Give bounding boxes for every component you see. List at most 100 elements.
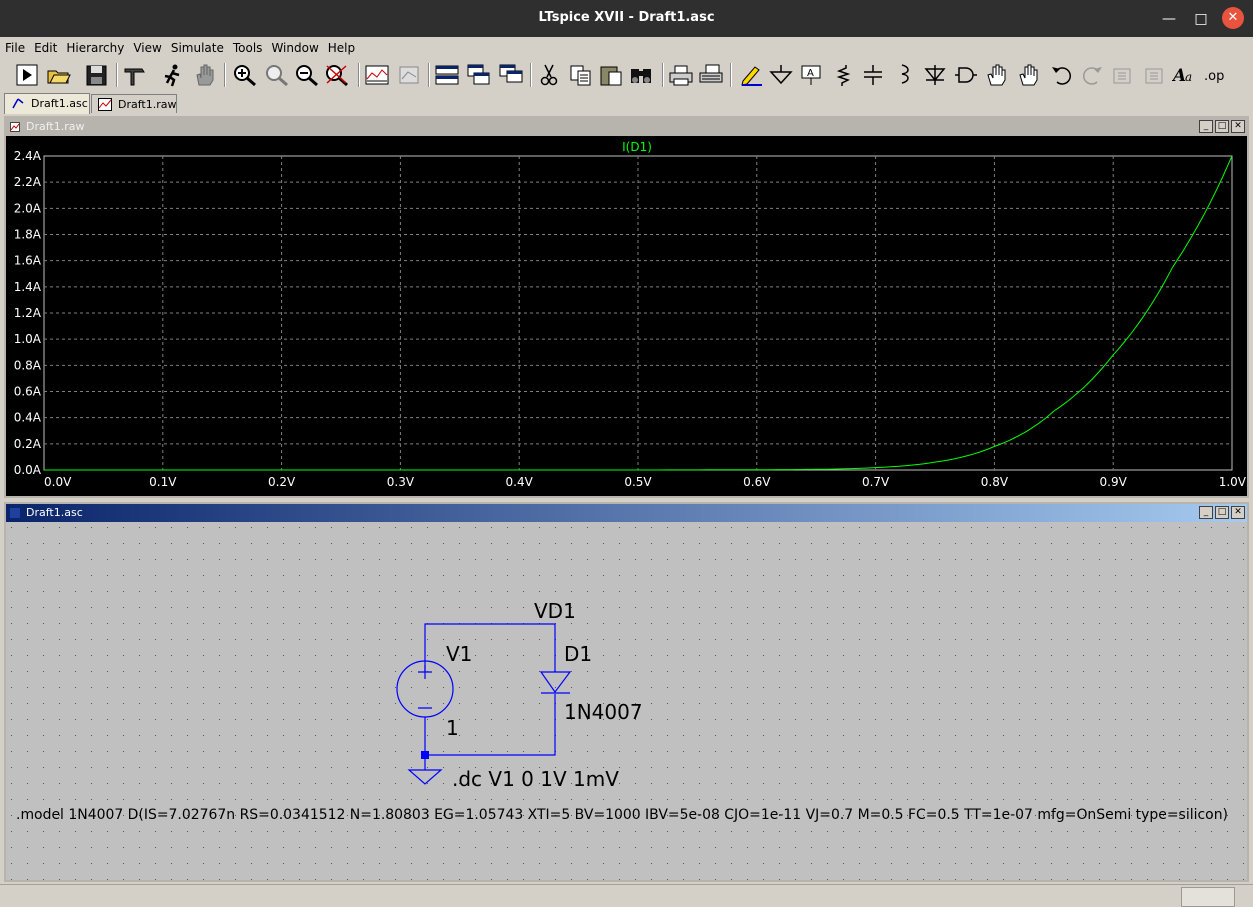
- schematic-icon: [10, 508, 20, 518]
- move-icon[interactable]: [984, 63, 1010, 87]
- redo-icon[interactable]: [1080, 63, 1106, 87]
- menu-edit[interactable]: Edit: [29, 37, 61, 55]
- inductor-icon[interactable]: [890, 63, 916, 87]
- mirror-icon[interactable]: [1140, 63, 1166, 87]
- menu-hierarchy[interactable]: Hierarchy: [61, 37, 128, 55]
- menu-help[interactable]: Help: [323, 37, 359, 55]
- restore-icon[interactable]: □: [1215, 506, 1229, 519]
- minimize-icon[interactable]: _: [1199, 506, 1213, 519]
- ground-icon[interactable]: [768, 63, 794, 87]
- drag-icon[interactable]: [1016, 63, 1042, 87]
- plot-window-title: Draft1.raw: [26, 120, 85, 133]
- source-name[interactable]: V1: [446, 642, 472, 666]
- x-tick-label: 1.0V: [1219, 475, 1247, 489]
- find-icon[interactable]: [628, 63, 654, 87]
- diode-model[interactable]: 1N4007: [564, 700, 643, 724]
- waveform-plot[interactable]: I(D1) 0.0V 0.1V 0.2V 0.3V 0.4V 0.5V 0.6V 0.7V 0.…: [6, 136, 1247, 496]
- close-icon[interactable]: ✕: [1231, 506, 1245, 519]
- wire-icon[interactable]: [738, 63, 764, 87]
- print-setup-icon[interactable]: [698, 63, 724, 87]
- y-tick-label: 1.6A: [14, 254, 42, 268]
- diode-name[interactable]: D1: [564, 642, 592, 666]
- spice-directive-icon[interactable]: .op: [1202, 63, 1228, 87]
- plot-settings-icon[interactable]: [396, 63, 422, 87]
- schematic-window-title: Draft1.asc: [26, 506, 83, 519]
- maximize-icon[interactable]: □: [1192, 10, 1210, 28]
- cascade-icon[interactable]: [466, 63, 492, 87]
- document-tabs: Draft1.asc Draft1.raw: [0, 93, 1253, 114]
- x-tick-label: 0.3V: [387, 475, 415, 489]
- run-icon[interactable]: [14, 63, 40, 87]
- y-tick-label: 0.0A: [14, 463, 42, 477]
- y-tick-label: 1.8A: [14, 228, 42, 242]
- menu-tools[interactable]: Tools: [228, 37, 267, 55]
- rotate-icon[interactable]: [1110, 63, 1136, 87]
- undo-icon[interactable]: [1048, 63, 1074, 87]
- waveform-icon: [10, 122, 20, 132]
- menu-bar: File Edit Hierarchy View Simulate Tools Window…: [0, 37, 1253, 58]
- menu-window[interactable]: Window: [266, 37, 322, 55]
- x-tick-label: 0.7V: [862, 475, 890, 489]
- zoom-area-icon[interactable]: [264, 63, 290, 87]
- control-panel-icon[interactable]: [122, 63, 148, 87]
- minimize-icon[interactable]: _: [1199, 120, 1213, 133]
- x-tick-label: 0.4V: [506, 475, 534, 489]
- net-label-vd1[interactable]: VD1: [534, 599, 576, 623]
- menu-simulate[interactable]: Simulate: [166, 37, 228, 55]
- x-tick-label: 0.2V: [268, 475, 296, 489]
- restore-icon[interactable]: □: [1215, 120, 1229, 133]
- model-directive[interactable]: .model 1N4007 D(IS=7.02767n RS=0.0341512…: [16, 807, 1228, 823]
- tile-horizontal-icon[interactable]: [434, 63, 460, 87]
- label-net-icon[interactable]: A: [798, 63, 824, 87]
- svg-text:A: A: [807, 68, 814, 79]
- y-tick-label: 0.8A: [14, 358, 42, 372]
- tab-label: Draft1.raw: [118, 98, 177, 111]
- y-tick-label: 0.6A: [14, 385, 42, 399]
- close-icon[interactable]: ✕: [1231, 120, 1245, 133]
- copy-icon[interactable]: [568, 63, 594, 87]
- zoom-out-icon[interactable]: [294, 63, 320, 87]
- halt-icon[interactable]: [160, 63, 186, 87]
- status-bar: [0, 884, 1253, 907]
- minimize-icon[interactable]: —: [1160, 10, 1178, 28]
- resistor-icon[interactable]: [830, 63, 856, 87]
- capacitor-icon[interactable]: [860, 63, 886, 87]
- print-icon[interactable]: [668, 63, 694, 87]
- component-icon[interactable]: [952, 63, 978, 87]
- schematic-icon: [12, 98, 24, 109]
- trace-label[interactable]: I(D1): [622, 140, 652, 154]
- x-tick-label: 0.0V: [44, 475, 72, 489]
- cut-icon[interactable]: [536, 63, 562, 87]
- y-tick-label: 2.4A: [14, 149, 42, 163]
- zoom-in-icon[interactable]: [232, 63, 258, 87]
- y-tick-label: 2.0A: [14, 201, 42, 215]
- source-value[interactable]: 1: [446, 716, 459, 740]
- paste-icon[interactable]: [598, 63, 624, 87]
- y-tick-label: 0.2A: [14, 437, 42, 451]
- menu-view[interactable]: View: [128, 37, 165, 55]
- dc-directive[interactable]: .dc V1 0 1V 1mV: [452, 767, 619, 791]
- x-tick-label: 0.6V: [743, 475, 771, 489]
- schematic-window: Draft1.asc _ □ ✕ VD1 V1 1 D1 1N4007 .dc …: [4, 502, 1249, 882]
- menu-file[interactable]: File: [0, 37, 29, 55]
- window-title: LTspice XVII - Draft1.asc: [538, 10, 715, 25]
- open-icon[interactable]: [46, 63, 72, 87]
- x-tick-label: 0.1V: [149, 475, 177, 489]
- autoscale-icon[interactable]: [364, 63, 390, 87]
- y-tick-label: 1.0A: [14, 332, 42, 346]
- diode-icon[interactable]: [922, 63, 948, 87]
- x-tick-label: 0.8V: [981, 475, 1009, 489]
- save-icon[interactable]: [84, 63, 110, 87]
- y-tick-label: 0.4A: [14, 411, 42, 425]
- tab-draft1-raw[interactable]: Draft1.raw: [91, 94, 177, 113]
- text-icon[interactable]: Aa: [1172, 63, 1198, 87]
- waveform-icon: [98, 98, 112, 111]
- x-tick-label: 0.5V: [624, 475, 652, 489]
- schematic-canvas[interactable]: VD1 V1 1 D1 1N4007 .dc V1 0 1V 1mV .mode…: [6, 522, 1247, 880]
- zoom-fit-icon[interactable]: [324, 63, 350, 87]
- y-tick-label: 1.2A: [14, 306, 42, 320]
- hand-icon[interactable]: [192, 63, 218, 87]
- tile-vertical-icon[interactable]: [498, 63, 524, 87]
- tab-draft1-asc[interactable]: Draft1.asc: [4, 93, 90, 114]
- close-icon[interactable]: ✕: [1222, 7, 1244, 29]
